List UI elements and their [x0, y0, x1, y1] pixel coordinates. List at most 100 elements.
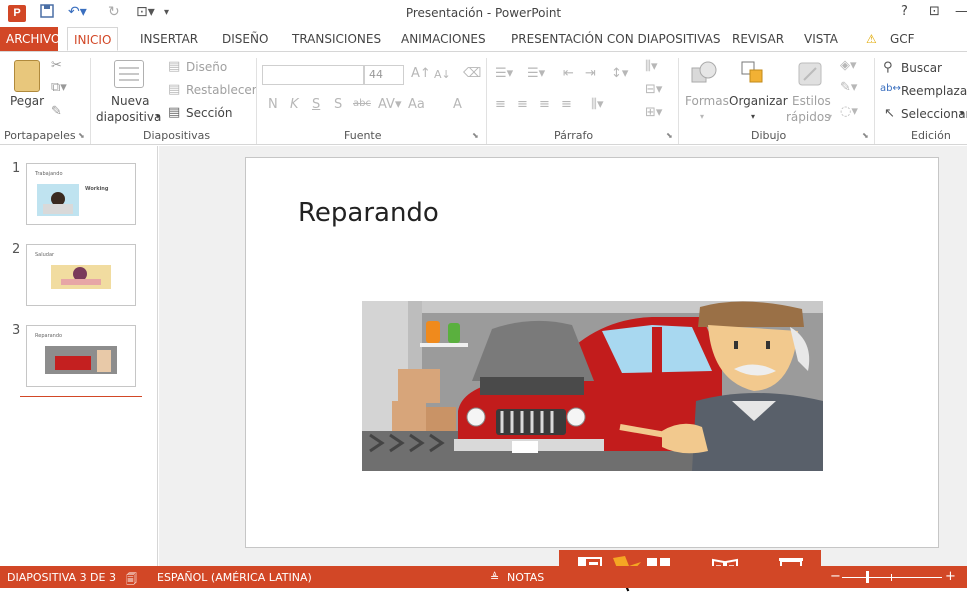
status-bar: DIAPOSITIVA 3 DE 3 🗐 ESPAÑOL (AMÉRICA LA…: [0, 566, 967, 588]
notes-icon[interactable]: ≜: [490, 571, 499, 584]
new-slide-line1[interactable]: Nueva: [111, 94, 149, 108]
spellcheck-icon[interactable]: 🗐: [126, 571, 137, 590]
format-painter-icon[interactable]: ✎: [51, 104, 62, 119]
slide-number: 1: [12, 161, 21, 176]
quick-styles-line1[interactable]: Estilos: [792, 94, 831, 108]
numbering-icon: ☰▾: [527, 66, 546, 81]
new-slide-button[interactable]: diapositiva: [96, 110, 161, 124]
cursor-icon: ↖: [884, 106, 895, 121]
account-name[interactable]: GCF AprendeL: [884, 27, 967, 70]
separator: [90, 58, 91, 144]
separator: [874, 58, 875, 144]
zoom-center-tick: [891, 574, 892, 581]
slide-thumbnail-3[interactable]: Reparando: [26, 325, 136, 387]
chevron-down-icon: ▾: [828, 112, 833, 121]
current-slide[interactable]: Reparando: [245, 157, 939, 548]
clipboard-group-label: Portapapeles: [4, 129, 76, 142]
font-name-field[interactable]: [262, 65, 364, 85]
separator: [256, 58, 257, 144]
zoom-slider-track[interactable]: [842, 577, 942, 578]
paragraph-launcher-icon[interactable]: ⬊: [666, 131, 673, 140]
arrange-button[interactable]: Organizar: [729, 94, 788, 108]
chevron-down-icon: ▾: [700, 112, 705, 121]
ribbon-tabs: ARCHIVO INICIO INSERTAR DISEÑO TRANSICIO…: [0, 27, 967, 70]
new-slide-icon[interactable]: [114, 60, 144, 88]
slide-number: 3: [12, 323, 21, 338]
paste-icon[interactable]: [14, 60, 40, 92]
columns-icon: ⫼▾: [591, 97, 604, 112]
clipboard-launcher-icon[interactable]: ⬊: [78, 131, 85, 140]
tab-transiciones[interactable]: TRANSICIONES: [286, 27, 387, 51]
shapes-icon[interactable]: [690, 60, 718, 88]
zoom-slider-thumb[interactable]: [866, 571, 869, 583]
shape-outline-icon: ✎▾: [840, 80, 858, 95]
reset-button: Restablecer: [186, 83, 257, 97]
text-direction-icon: ⫼▾: [645, 59, 658, 74]
clear-formatting-icon: ⌫: [463, 66, 482, 81]
underline-button: S: [312, 97, 321, 112]
copy-icon[interactable]: ⧉▾: [51, 80, 67, 95]
zoom-in-button[interactable]: +: [945, 569, 956, 584]
tab-insertar[interactable]: INSERTAR: [134, 27, 204, 51]
slide-thumbnail-2[interactable]: Saludar: [26, 244, 136, 306]
paragraph-group-label: Párrafo: [554, 129, 594, 142]
strikethrough-button: abc: [353, 98, 371, 109]
paste-button[interactable]: Pegar: [10, 94, 44, 108]
replace-button[interactable]: Reemplazar: [901, 84, 967, 98]
thumbnail-title: Saludar: [35, 252, 55, 258]
help-button[interactable]: ?: [901, 4, 908, 19]
tab-revisar[interactable]: REVISAR: [726, 27, 790, 51]
ribbon-display-options-icon[interactable]: ⊡: [929, 4, 940, 19]
slide-picture-car-mechanic[interactable]: [362, 301, 823, 471]
tab-diseno[interactable]: DISEÑO: [216, 27, 274, 51]
arrange-icon[interactable]: [740, 60, 768, 88]
notes-button[interactable]: NOTAS: [507, 571, 544, 584]
tab-archivo[interactable]: ARCHIVO: [0, 27, 60, 51]
increase-font-icon: A↑: [411, 66, 431, 81]
tab-animaciones[interactable]: ANIMACIONES: [395, 27, 492, 51]
separator: [678, 58, 679, 144]
character-spacing-icon: AV▾: [378, 97, 402, 112]
cut-icon[interactable]: ✂: [51, 58, 62, 73]
shape-fill-icon: ◈▾: [840, 58, 857, 73]
align-center-icon: ≡: [517, 97, 528, 112]
tab-presentacion[interactable]: PRESENTACIÓN CON DIAPOSITIVAS: [505, 27, 726, 51]
shape-effects-icon: ◌▾: [840, 104, 858, 119]
drawing-launcher-icon[interactable]: ⬊: [862, 131, 869, 140]
language-status[interactable]: ESPAÑOL (AMÉRICA LATINA): [157, 571, 312, 584]
quick-styles-button[interactable]: rápidos: [786, 110, 830, 124]
window-title: Presentación - PowerPoint: [405, 6, 562, 20]
minimize-button[interactable]: —: [955, 4, 967, 19]
bold-button: N: [268, 97, 278, 112]
chevron-down-icon: ▾: [960, 109, 965, 118]
section-button[interactable]: Sección: [186, 106, 232, 120]
slides-group-label: Diapositivas: [143, 129, 211, 142]
font-size-field[interactable]: 44: [364, 65, 404, 85]
slide-title[interactable]: Reparando: [298, 198, 439, 228]
separator: [486, 58, 487, 144]
binoculars-icon: ⚲: [883, 60, 893, 75]
find-button[interactable]: Buscar: [901, 61, 942, 75]
font-color-button: A: [453, 97, 462, 112]
align-text-icon: ⊟▾: [645, 82, 663, 97]
italic-button: K: [290, 97, 299, 112]
quick-styles-icon[interactable]: [796, 60, 824, 88]
ribbon: Pegar ✂ ⧉▾ ✎ Portapapeles ⬊ Nueva diapos…: [0, 51, 967, 145]
chevron-down-icon: ▾: [156, 112, 161, 121]
line-spacing-icon: ↕▾: [611, 66, 629, 81]
title-bar: P ↶▾ ↻ ⊡▾ ▾ Presentación - PowerPoint ? …: [0, 0, 967, 27]
editing-group-label: Edición: [911, 129, 951, 142]
shapes-button[interactable]: Formas: [685, 94, 729, 108]
slide-counter: DIAPOSITIVA 3 DE 3: [7, 571, 116, 584]
decrease-font-icon: A↓: [434, 68, 451, 81]
slide-number: 2: [12, 242, 21, 257]
shadow-button: S: [334, 97, 343, 112]
slide-thumbnail-1[interactable]: Trabajando Working: [26, 163, 136, 225]
bullets-icon: ☰▾: [495, 66, 514, 81]
tab-inicio[interactable]: INICIO: [67, 27, 119, 51]
font-launcher-icon[interactable]: ⬊: [472, 131, 479, 140]
select-button[interactable]: Seleccionar: [901, 107, 967, 121]
tab-vista[interactable]: VISTA: [798, 27, 844, 51]
zoom-out-button[interactable]: −: [830, 569, 841, 584]
section-icon[interactable]: ▤: [168, 105, 180, 120]
